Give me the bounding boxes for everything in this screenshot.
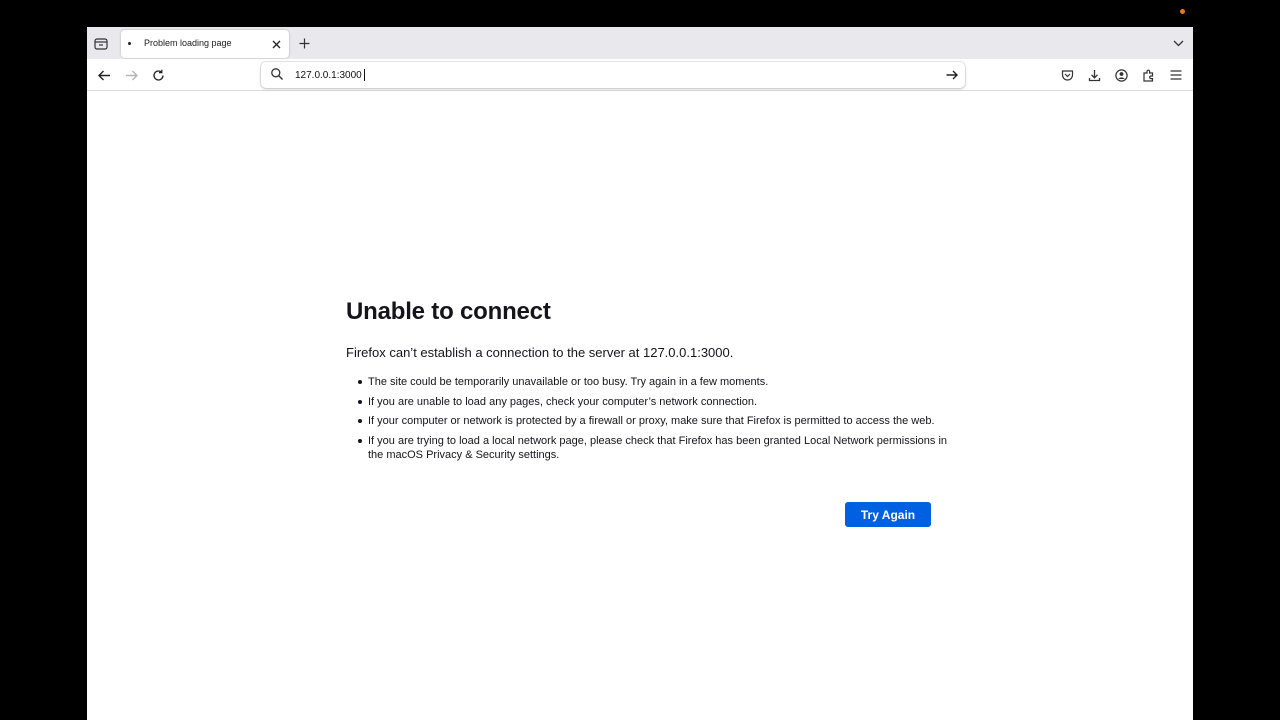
try-again-button[interactable]: Try Again [845, 502, 931, 527]
search-icon [270, 67, 284, 81]
close-icon [272, 40, 281, 49]
tab-bar: Problem loading page [87, 27, 1193, 59]
forward-button[interactable] [123, 67, 139, 83]
extensions-button[interactable] [1140, 67, 1156, 83]
save-to-pocket-button[interactable] [1059, 67, 1075, 83]
browser-window: Problem loading page 127.0.0.1:3000 Unab… [87, 27, 1193, 720]
account-icon [1114, 68, 1128, 82]
plus-icon [299, 38, 310, 49]
tab-title: Problem loading page [144, 38, 232, 48]
tab-close-button[interactable] [270, 38, 282, 50]
error-page: Unable to connect Firefox can’t establis… [87, 91, 1193, 720]
download-icon [1088, 69, 1101, 82]
forward-arrow-icon [125, 70, 138, 81]
notification-dot [1180, 9, 1185, 14]
error-title: Unable to connect [346, 298, 551, 325]
reload-icon [152, 69, 165, 82]
app-menu-button[interactable] [1168, 67, 1184, 83]
list-item: If you are unable to load any pages, che… [358, 395, 948, 409]
extensions-icon [1142, 69, 1155, 82]
error-reasons-list: The site could be temporarily unavailabl… [358, 375, 948, 467]
navigation-toolbar [87, 59, 1193, 91]
list-all-tabs-button[interactable] [1171, 37, 1185, 49]
list-item: The site could be temporarily unavailabl… [358, 375, 948, 389]
url-bar[interactable] [261, 62, 965, 88]
url-input[interactable] [295, 67, 915, 83]
go-arrow-icon[interactable] [945, 68, 959, 82]
tab-list-icon [94, 37, 108, 50]
chevron-down-icon [1173, 40, 1184, 47]
tab-list-button[interactable] [93, 35, 109, 51]
tab-active[interactable]: Problem loading page [121, 30, 289, 58]
tab-favicon-icon [128, 42, 131, 45]
back-button[interactable] [96, 67, 112, 83]
list-item: If your computer or network is protected… [358, 414, 948, 428]
text-cursor [364, 69, 365, 81]
list-item: If you are trying to load a local networ… [358, 434, 948, 461]
back-arrow-icon [97, 70, 111, 81]
account-button[interactable] [1113, 67, 1129, 83]
screen: Problem loading page 127.0.0.1:3000 Unab… [0, 0, 1280, 720]
hamburger-menu-icon [1170, 70, 1182, 80]
error-description: Firefox can’t establish a connection to … [346, 345, 734, 360]
downloads-button[interactable] [1086, 67, 1102, 83]
reload-button[interactable] [150, 67, 166, 83]
pocket-icon [1061, 69, 1074, 82]
new-tab-button[interactable] [297, 36, 311, 50]
